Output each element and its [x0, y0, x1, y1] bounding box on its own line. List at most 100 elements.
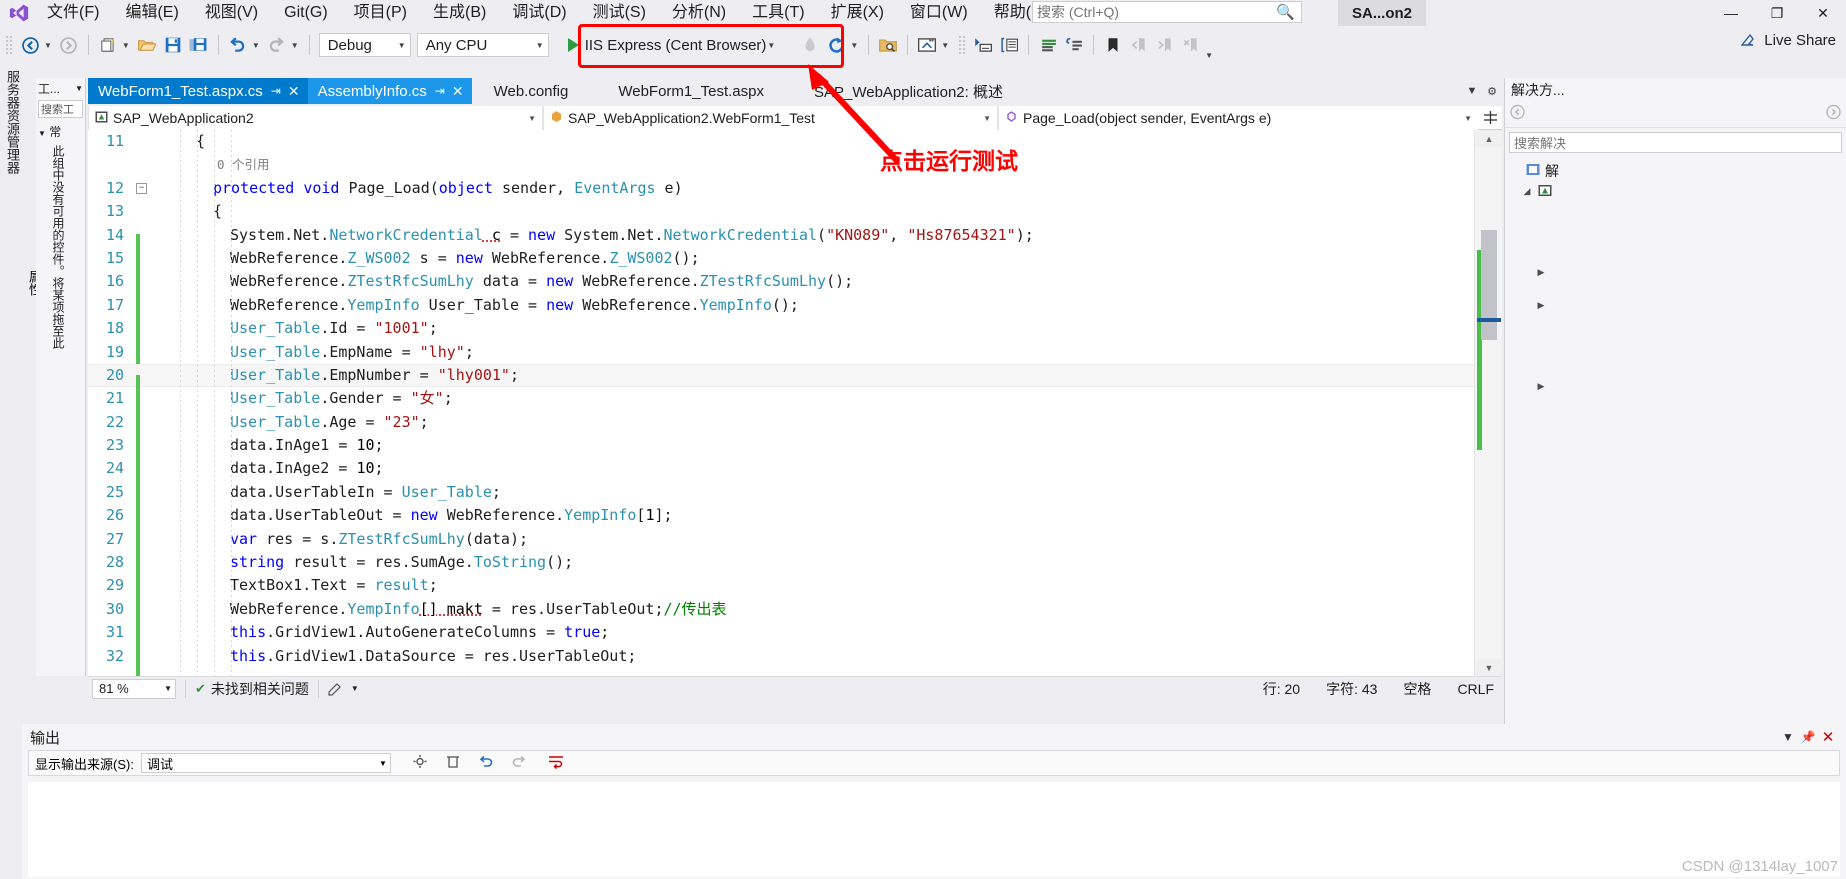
- scrollbar-thumb[interactable]: [1481, 230, 1497, 340]
- menu-item-debug[interactable]: 调试(D): [499, 0, 579, 26]
- restore-button[interactable]: ❐: [1754, 0, 1800, 26]
- run-target-dropdown-icon[interactable]: ▼: [766, 41, 779, 50]
- code-line[interactable]: 14 System.Net.NetworkCredential c = new S…: [88, 224, 1474, 260]
- menu-item-test[interactable]: 测试(S): [580, 0, 659, 26]
- menu-item-file[interactable]: 文件(F): [34, 0, 112, 26]
- quick-search-box[interactable]: 🔍: [1032, 1, 1302, 23]
- clear-bookmarks-icon[interactable]: [1178, 31, 1204, 59]
- search-folder-icon[interactable]: [875, 31, 901, 59]
- quick-search-input[interactable]: [1037, 4, 1277, 20]
- next-bookmark-icon[interactable]: [1152, 31, 1178, 59]
- minimize-button[interactable]: —: [1708, 0, 1754, 26]
- code-line[interactable]: 22 User_Table.Age = "23";: [88, 411, 1474, 447]
- output-settings-icon[interactable]: [412, 754, 428, 772]
- clear-output-icon[interactable]: [445, 754, 461, 772]
- menu-item-build[interactable]: 生成(B): [420, 0, 499, 26]
- code-line[interactable]: 29 TextBox1.Text = result;: [88, 574, 1474, 611]
- solution-search-input[interactable]: 搜索解决: [1509, 132, 1842, 153]
- code-line[interactable]: 28 string result = res.SumAge.ToString();: [88, 551, 1474, 587]
- close-icon[interactable]: ✕: [288, 83, 300, 100]
- code-line[interactable]: 31 this.GridView1.AutoGenerateColumns = t…: [88, 621, 1474, 657]
- issues-status[interactable]: ✔ 未找到相关问题: [195, 679, 309, 699]
- word-wrap-icon[interactable]: [548, 754, 564, 772]
- toolbar-overflow-icon[interactable]: ▼: [1204, 51, 1217, 64]
- pin-icon[interactable]: ⇥: [435, 84, 445, 98]
- menu-item-analyze[interactable]: 分析(N): [659, 0, 739, 26]
- collapse-toggle-icon[interactable]: −: [136, 182, 147, 194]
- forward-icon[interactable]: [1825, 104, 1842, 125]
- new-item-dropdown-icon[interactable]: ▼: [121, 41, 134, 50]
- tree-node-folder-2[interactable]: ▶: [1507, 295, 1846, 316]
- scroll-down-icon[interactable]: ▼: [1475, 659, 1502, 676]
- navigate-forward-icon[interactable]: [56, 31, 82, 59]
- server-explorer-tab[interactable]: 服务器资源管理器: [3, 64, 22, 174]
- code-line[interactable]: 15 WebReference.Z_WS002 s = new WebRefere…: [88, 247, 1474, 283]
- undo-output-icon[interactable]: [478, 754, 494, 772]
- redo-output-icon[interactable]: [511, 754, 527, 772]
- live-share-button[interactable]: Live Share: [1741, 32, 1836, 49]
- menu-item-window[interactable]: 窗口(W): [897, 0, 981, 26]
- redo-icon[interactable]: [264, 31, 290, 59]
- triangle-right-icon[interactable]: ▶: [1535, 300, 1547, 311]
- hot-reload-icon[interactable]: [797, 31, 823, 59]
- code-line[interactable]: 17 WebReference.YempInfo User_Table = new…: [88, 294, 1474, 330]
- code-line[interactable]: 25 data.UserTableIn = User_Table;: [88, 481, 1474, 517]
- code-line[interactable]: 21 User_Table.Gender = "女";: [88, 387, 1474, 423]
- code-lines[interactable]: 11{0 个引用 12− protected void Page_Load(obje…: [88, 130, 1474, 676]
- toolbar-grip[interactable]: [958, 35, 968, 55]
- code-line[interactable]: 24 data.InAge2 = 10;: [88, 457, 1474, 494]
- refresh-icon[interactable]: [823, 31, 849, 59]
- close-icon[interactable]: ✕: [1818, 728, 1838, 746]
- code-editor[interactable]: 11{0 个引用 12− protected void Page_Load(obje…: [88, 130, 1502, 676]
- back-icon[interactable]: [1509, 104, 1526, 125]
- menu-item-edit[interactable]: 编辑(E): [112, 0, 191, 26]
- triangle-down-icon[interactable]: ◢: [1521, 186, 1533, 197]
- close-button[interactable]: ✕: [1800, 0, 1846, 26]
- chevron-down-icon[interactable]: ▼: [75, 84, 83, 93]
- nav-type-combobox[interactable]: SAP_WebApplication2.WebForm1_Test ▼: [543, 106, 998, 130]
- pin-icon[interactable]: ⇥: [271, 84, 281, 98]
- refresh-dropdown-icon[interactable]: ▼: [849, 41, 862, 50]
- zoom-level-combobox[interactable]: 81 % ▼: [92, 678, 176, 699]
- menu-item-tools[interactable]: 工具(T): [739, 0, 817, 26]
- undo-dropdown-icon[interactable]: ▼: [251, 41, 264, 50]
- toggle-bookmark-icon[interactable]: [1100, 31, 1126, 59]
- redo-dropdown-icon[interactable]: ▼: [290, 41, 303, 50]
- properties-window-icon[interactable]: [970, 31, 996, 59]
- open-file-icon[interactable]: [134, 31, 160, 59]
- nav-member-combobox[interactable]: Page_Load(object sender, EventArgs e) ▼: [998, 106, 1478, 130]
- navigate-backward-dropdown-icon[interactable]: ▼: [43, 41, 56, 50]
- tab-assemblyinfo-cs[interactable]: AssemblyInfo.cs ⇥ ✕: [307, 78, 472, 104]
- menu-item-project[interactable]: 项目(P): [341, 0, 420, 26]
- code-line[interactable]: 19 User_Table.EmpName = "lhy";: [88, 341, 1474, 377]
- code-line[interactable]: 32 this.GridView1.DataSource = res.UserTa…: [88, 645, 1474, 676]
- code-lens-reference[interactable]: 0 个引用: [162, 157, 270, 172]
- previous-bookmark-icon[interactable]: [1126, 31, 1152, 59]
- platform-combobox[interactable]: Any CPU ▼: [416, 33, 549, 57]
- tree-node-folder-1[interactable]: ▶: [1507, 262, 1846, 283]
- tree-node-solution[interactable]: 解: [1507, 160, 1846, 181]
- menu-item-git[interactable]: Git(G): [271, 0, 341, 26]
- uncomment-lines-icon[interactable]: [1061, 31, 1087, 59]
- comment-lines-icon[interactable]: [1035, 31, 1061, 59]
- save-icon[interactable]: [160, 31, 186, 59]
- code-line[interactable]: 12− protected void Page_Load(object sende…: [88, 177, 1474, 200]
- triangle-right-icon[interactable]: ▶: [1535, 267, 1547, 278]
- save-all-icon[interactable]: [186, 31, 212, 59]
- toolbox-search-input[interactable]: 搜索工: [38, 100, 83, 118]
- toolbar-grip[interactable]: [5, 35, 14, 55]
- menu-item-extensions[interactable]: 扩展(X): [818, 0, 897, 26]
- code-line[interactable]: 13 {: [88, 200, 1474, 223]
- output-text-area[interactable]: [28, 782, 1840, 877]
- toolbox-group-general[interactable]: ▼ 常: [36, 120, 85, 143]
- code-line[interactable]: 26 data.UserTableOut = new WebReference.Y…: [88, 504, 1474, 540]
- nav-project-combobox[interactable]: SAP_WebApplication2 ▼: [88, 106, 543, 130]
- home-window-icon[interactable]: [914, 31, 940, 59]
- tree-node-project[interactable]: ◢: [1507, 181, 1846, 202]
- code-line[interactable]: 16 WebReference.ZTestRfcSumLhy data = new…: [88, 270, 1474, 307]
- solution-explorer-pin-icon[interactable]: ⚙: [1482, 85, 1502, 98]
- code-line[interactable]: 0 个引用: [88, 153, 1474, 176]
- tab-webform1-test-aspx-cs[interactable]: WebForm1_Test.aspx.cs ⇥ ✕: [88, 78, 308, 104]
- scroll-up-icon[interactable]: ▲: [1475, 130, 1502, 147]
- editor-vertical-scrollbar[interactable]: ▲ ▼: [1474, 130, 1502, 676]
